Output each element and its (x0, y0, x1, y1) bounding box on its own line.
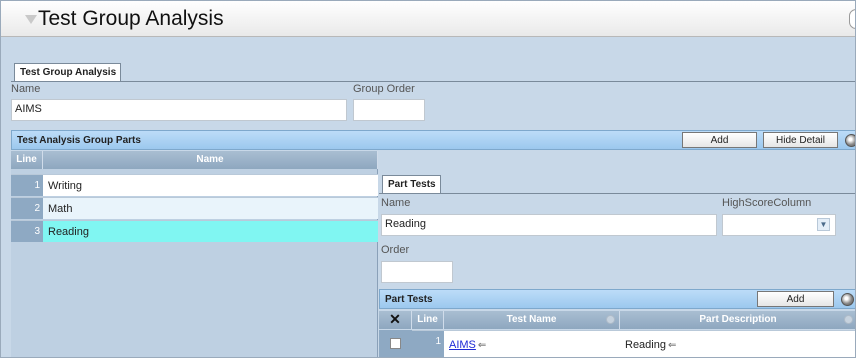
row-line-number: 3 (11, 220, 43, 242)
window: Test Group Analysis Test Group Analysis … (0, 0, 856, 358)
test-name-column-header[interactable]: Test Name (444, 311, 620, 329)
group-order-label: Group Order (353, 83, 415, 95)
highscore-label: HighScoreColumn (722, 197, 812, 209)
part-description-column-header[interactable]: Part Description (620, 311, 855, 329)
list-item-selected[interactable]: Reading (43, 220, 378, 242)
group-parts-title: Test Analysis Group Parts (17, 135, 141, 146)
sort-icon[interactable] (606, 315, 615, 324)
window-control-button[interactable] (849, 9, 855, 29)
name-column-header[interactable]: Name (43, 151, 378, 169)
sort-icon[interactable] (844, 315, 853, 324)
order-label: Order (381, 244, 410, 256)
hide-detail-button[interactable]: Hide Detail (763, 132, 838, 148)
part-row-line-number: 1 (412, 330, 444, 357)
row-checkbox[interactable] (390, 338, 401, 349)
part-name-input[interactable]: Reading (381, 214, 717, 236)
add-part-button[interactable]: Add (682, 132, 757, 148)
detail-tab-underline (379, 193, 855, 194)
order-input[interactable] (381, 261, 453, 283)
part-tests-title: Part Tests (385, 294, 433, 305)
chevron-down-icon[interactable]: ▼ (817, 218, 830, 231)
line-column-header[interactable]: Line (11, 151, 43, 169)
part-line-column-header[interactable]: Line (412, 311, 444, 329)
row-line-number: 1 (11, 174, 43, 196)
title-bar: Test Group Analysis (1, 1, 855, 37)
part-name-label: Name (381, 197, 411, 209)
tab-underline (11, 81, 855, 82)
add-part-test-button[interactable]: Add (757, 291, 834, 307)
part-description-cell: Reading ⇐ (620, 330, 855, 357)
row-checkbox-cell (379, 330, 412, 357)
test-name-link[interactable]: AIMS (449, 339, 476, 351)
tab-test-group-analysis[interactable]: Test Group Analysis (14, 63, 122, 81)
tab-part-tests[interactable]: Part Tests (382, 175, 441, 193)
test-name-cell: AIMS ⇐ (444, 330, 620, 357)
name-input[interactable]: AIMS (11, 99, 347, 121)
collapse-triangle-icon[interactable] (25, 15, 37, 24)
refresh-icon[interactable] (845, 134, 855, 147)
arrow-left-icon[interactable]: ⇐ (668, 340, 676, 351)
x-icon[interactable]: ✕ (379, 311, 412, 329)
arrow-left-icon[interactable]: ⇐ (478, 340, 486, 351)
refresh-icon[interactable] (841, 293, 854, 306)
row-line-number: 2 (11, 197, 43, 219)
group-order-input[interactable] (353, 99, 425, 121)
list-item[interactable]: Writing (43, 174, 378, 196)
list-item[interactable]: Math (43, 197, 378, 219)
name-label: Name (11, 83, 41, 95)
part-description-text: Reading (625, 339, 666, 351)
window-title: Test Group Analysis (38, 7, 224, 30)
